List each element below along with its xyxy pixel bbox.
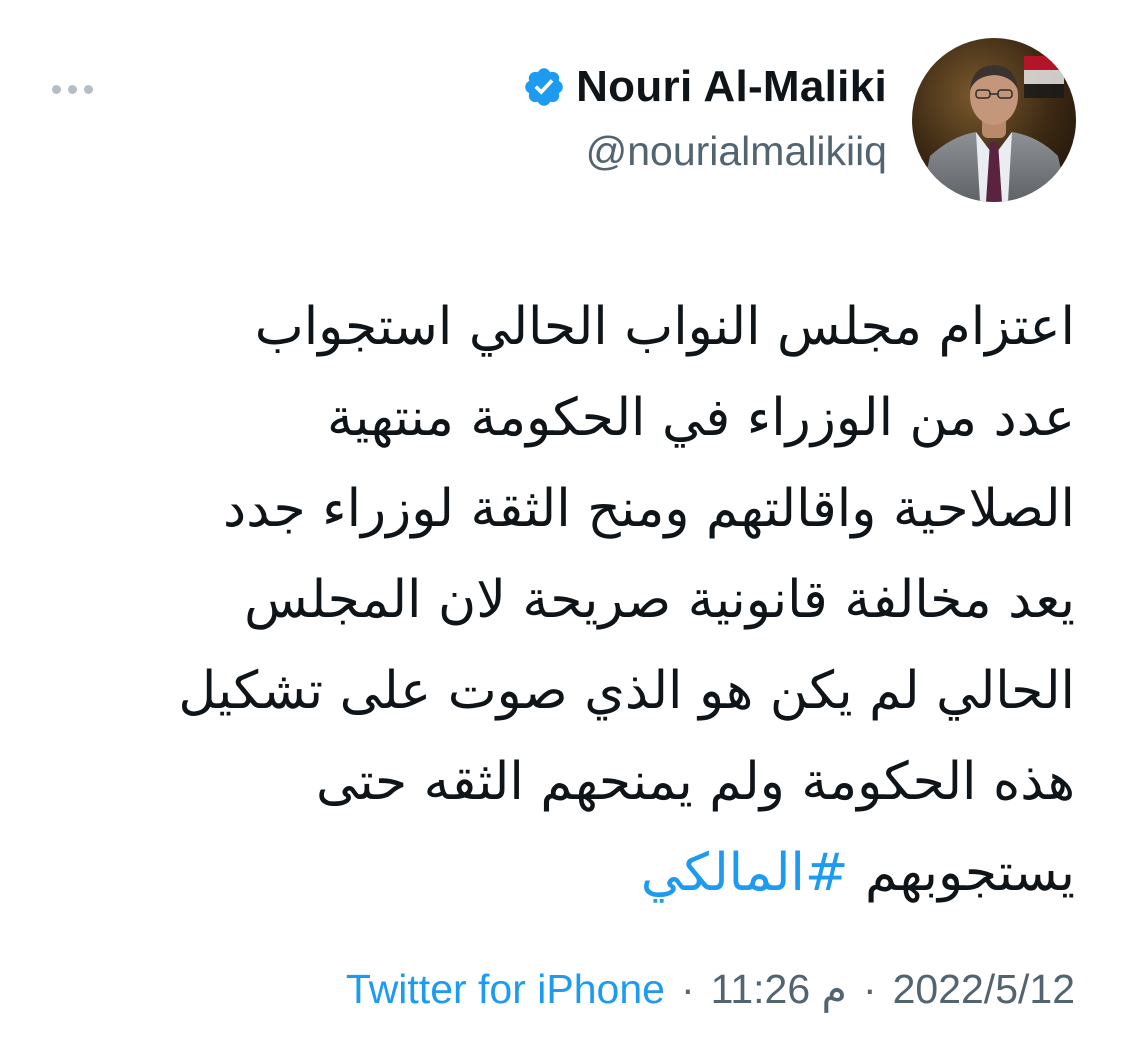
author-display-name[interactable]: Nouri Al-Maliki — [576, 62, 887, 112]
tweet-text-line: الحالي لم يكن هو الذي صوت على تشكيل — [178, 661, 1075, 721]
hashtag-link[interactable]: #المالكي — [641, 843, 849, 903]
tweet-text-line: اعتزام مجلس النواب الحالي استجواب — [254, 297, 1075, 357]
more-options-button[interactable] — [52, 78, 100, 100]
tweet-date[interactable]: 2022/5/12 — [893, 966, 1075, 1013]
tweet-card: Nouri Al-Maliki @nourialmalikiiq اعتزام … — [0, 0, 1125, 1051]
tweet-text: اعتزام مجلس النواب الحالي استجواب عدد من… — [65, 282, 1075, 919]
meta-separator: · — [862, 965, 877, 1012]
tweet-text-line: يعد مخالفة قانونية صريحة لان المجلس — [244, 570, 1075, 630]
profile-photo — [912, 38, 1076, 202]
tweet-text-last-line: يستجوبهم #المالكي — [65, 828, 1075, 919]
avatar[interactable] — [912, 38, 1076, 202]
tweet-text-line: يستجوبهم — [864, 843, 1075, 903]
tweet-time[interactable]: 11:26 م — [711, 965, 847, 1013]
more-dot — [68, 84, 77, 94]
tweet-text-line: عدد من الوزراء في الحكومة منتهية — [327, 388, 1075, 448]
more-horizontal-icon — [52, 84, 61, 94]
tweet-text-line: الصلاحية واقالتهم ومنح الثقة لوزراء جدد — [223, 479, 1075, 539]
verified-badge-icon — [525, 68, 563, 106]
author-handle[interactable]: @nourialmalikiiq — [586, 128, 887, 175]
tweet-meta: 2022/5/12 · 11:26 م · Twitter for iPhone — [346, 965, 1075, 1013]
tweet-text-line: هذه الحكومة ولم يمنحهم الثقه حتى — [315, 752, 1075, 812]
tweet-source-link[interactable]: Twitter for iPhone — [346, 966, 665, 1013]
more-dot — [84, 84, 93, 94]
author-name-row[interactable]: Nouri Al-Maliki — [522, 62, 887, 112]
meta-separator: · — [680, 965, 695, 1012]
